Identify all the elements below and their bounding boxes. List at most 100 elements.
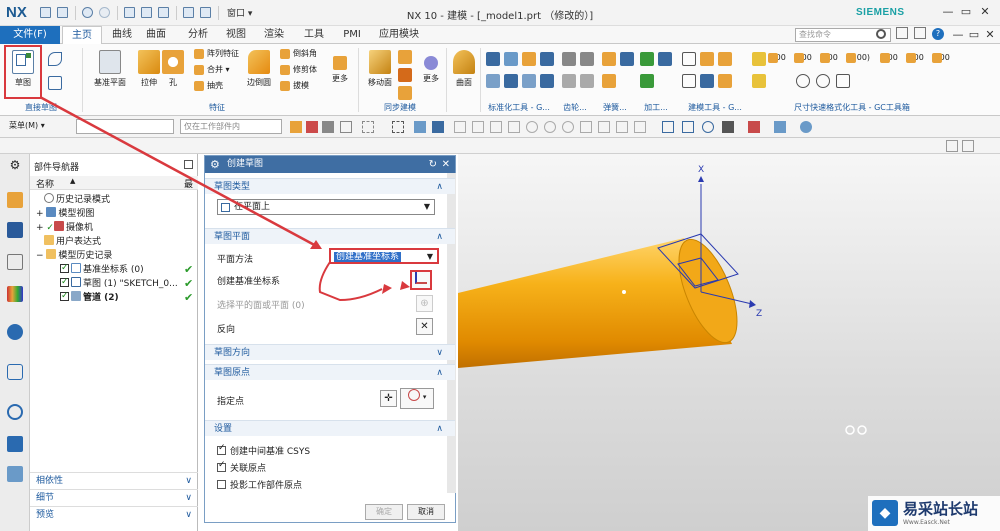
modeling-tool-icon[interactable] <box>682 52 696 66</box>
machining-icon[interactable] <box>658 52 672 66</box>
tab-applications[interactable]: 应用模块 <box>374 26 424 44</box>
assembly-navigator-icon[interactable] <box>7 222 23 238</box>
panel-dependencies[interactable]: 相依性 ∨ <box>30 472 198 489</box>
dim-value[interactable]: 1.00 <box>932 52 950 64</box>
machining-icon[interactable] <box>640 52 654 66</box>
tab-view[interactable]: 视图 <box>222 26 250 44</box>
snap-icon[interactable] <box>580 121 592 133</box>
gear-icon[interactable] <box>580 74 594 88</box>
nav-row-tube[interactable]: 管道 (2) <box>60 289 119 305</box>
close-button[interactable]: ✕ <box>977 4 993 20</box>
hole-button[interactable]: 孔 <box>160 48 186 98</box>
tab-curve[interactable]: 曲线 <box>108 26 136 44</box>
pin-icon[interactable] <box>184 160 193 169</box>
cancel-button[interactable]: 取消 <box>407 504 445 520</box>
tab-home[interactable]: 主页 <box>62 26 102 45</box>
machining-icon[interactable] <box>640 74 654 88</box>
panel-icon[interactable] <box>962 140 974 152</box>
tab-pmi[interactable]: PMI <box>338 26 366 44</box>
gear-icon[interactable] <box>562 52 576 66</box>
minimize-button[interactable]: — <box>940 4 956 20</box>
edge-blend-button[interactable]: 边倒圆 <box>244 48 274 98</box>
gear-icon[interactable] <box>580 52 594 66</box>
csys-dialog-button[interactable] <box>410 270 432 290</box>
tab-tools[interactable]: 工具 <box>300 26 328 44</box>
reset-icon[interactable]: ↻ <box>429 156 437 173</box>
redo-icon[interactable] <box>99 7 110 18</box>
nav-row-model-history[interactable]: − 模型历史记录 <box>36 249 112 263</box>
window-menu[interactable]: 窗口 ▾ <box>227 6 252 19</box>
spring-icon[interactable] <box>602 52 616 66</box>
modeling-tool-icon[interactable] <box>718 74 732 88</box>
type-filter-dropdown[interactable] <box>76 119 174 134</box>
sync-icon[interactable] <box>398 68 412 82</box>
more-feature-button[interactable]: 更多 <box>326 48 354 98</box>
panel-icon[interactable] <box>946 140 958 152</box>
graphics-window[interactable]: X Z <box>458 154 1000 531</box>
nav-row-camera[interactable]: + ✓ 摄像机 <box>36 221 93 235</box>
history-icon[interactable] <box>7 404 23 420</box>
roles-icon[interactable] <box>7 466 23 482</box>
section-sketch-type[interactable]: 草图类型 ∧ <box>205 178 455 194</box>
view-icon[interactable] <box>748 121 760 133</box>
spring-icon[interactable] <box>602 74 616 88</box>
surface-button[interactable]: 曲面 <box>450 48 478 98</box>
point-dialog-button[interactable]: ✛ <box>380 390 397 407</box>
panel-preview[interactable]: 预览 ∨ <box>30 506 198 523</box>
point-type-dropdown[interactable]: ▾ <box>400 388 434 409</box>
nav-row-model-views[interactable]: + 模型视图 <box>36 207 94 221</box>
section-sketch-plane[interactable]: 草图平面 ∧ <box>205 228 455 244</box>
copy-icon[interactable] <box>141 7 152 18</box>
std-tool-icon[interactable] <box>540 74 554 88</box>
more-sync-button[interactable]: 更多 <box>418 48 444 98</box>
diameter-icon[interactable] <box>796 74 810 88</box>
dimension-icon[interactable] <box>836 74 850 88</box>
chamfer-button[interactable]: 倒斜角 <box>280 48 317 60</box>
snap-icon[interactable] <box>414 121 426 133</box>
sync-icon[interactable] <box>398 50 412 64</box>
column-latest[interactable]: 最 <box>184 177 193 190</box>
option-create-intermediate-csys[interactable]: 创建中间基准 CSYS <box>217 443 310 457</box>
visibility-checkbox[interactable] <box>60 289 69 303</box>
doc-close-button[interactable]: ✕ <box>982 27 998 43</box>
hd3d-icon[interactable] <box>7 324 23 340</box>
snap-icon[interactable] <box>432 121 444 133</box>
diameter-icon[interactable] <box>816 74 830 88</box>
unite-button[interactable]: 合并 ▾ <box>194 64 230 76</box>
gear-icon[interactable]: ⚙ <box>7 158 23 174</box>
part-navigator-icon[interactable] <box>7 192 23 208</box>
snap-icon[interactable] <box>634 121 646 133</box>
curve-icon[interactable] <box>48 52 62 66</box>
select-region-icon[interactable] <box>392 121 404 133</box>
sort-icon[interactable]: ▲ <box>70 177 75 185</box>
render-style-icon[interactable] <box>774 121 786 133</box>
snap-icon[interactable] <box>544 121 556 133</box>
dim-value[interactable]: 1.00 <box>906 52 924 64</box>
paste-icon[interactable] <box>158 7 169 18</box>
modeling-tool-icon[interactable] <box>700 52 714 66</box>
ribbon-toggle-icon[interactable] <box>914 27 926 39</box>
option-project-work-origin[interactable]: 投影工作部件原点 <box>217 478 302 491</box>
dim-value[interactable]: (1.00) <box>846 52 870 64</box>
std-tool-icon[interactable] <box>486 52 500 66</box>
std-tool-icon[interactable] <box>486 74 500 88</box>
filter-icon[interactable] <box>322 121 334 133</box>
dimension-icon[interactable] <box>752 52 766 66</box>
modeling-tool-icon[interactable] <box>718 52 732 66</box>
snap-icon[interactable] <box>598 121 610 133</box>
snap-icon[interactable] <box>472 121 484 133</box>
section-settings[interactable]: 设置 ∧ <box>205 420 455 436</box>
gear-icon[interactable] <box>562 74 576 88</box>
menu-button[interactable]: 菜单(M) ▾ <box>6 119 66 134</box>
plane-method-dropdown[interactable]: 创建基准坐标系 ▼ <box>329 248 439 264</box>
doc-restore-button[interactable]: ▭ <box>966 27 982 43</box>
visibility-checkbox[interactable] <box>60 275 69 289</box>
snap-icon[interactable] <box>508 121 520 133</box>
std-tool-icon[interactable] <box>504 52 518 66</box>
web-browser-icon[interactable] <box>7 364 23 380</box>
sync-icon[interactable] <box>398 86 412 100</box>
std-tool-icon[interactable] <box>540 52 554 66</box>
draft-button[interactable]: 拔模 <box>280 80 309 92</box>
column-name[interactable]: 名称 <box>36 177 54 190</box>
select-icon[interactable] <box>362 121 374 133</box>
